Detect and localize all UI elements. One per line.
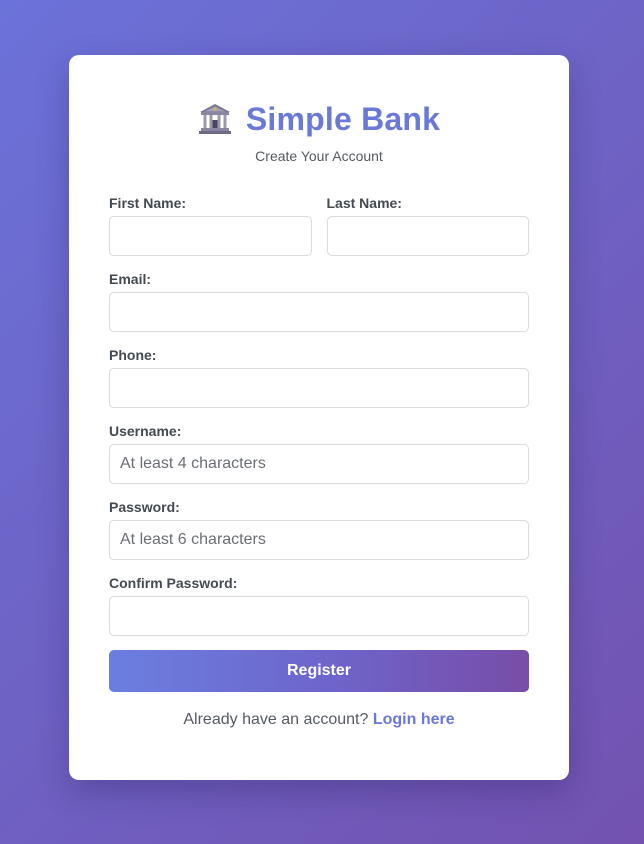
registration-card: Simple Bank Create Your Account First Na… [69, 55, 569, 780]
username-field-group: Username: [109, 422, 529, 484]
app-title: Simple Bank [245, 100, 441, 137]
login-link[interactable]: Login here [373, 711, 455, 728]
email-field-group: Email: [109, 270, 529, 332]
phone-label: Phone: [109, 347, 157, 363]
confirm-password-input[interactable] [109, 596, 529, 636]
first-name-field-group: First Name: [109, 194, 312, 256]
username-input[interactable] [109, 444, 529, 484]
phone-input[interactable] [109, 368, 529, 408]
confirm-password-field-group: Confirm Password: [109, 574, 529, 636]
card-header: Simple Bank Create Your Account [109, 55, 529, 164]
last-name-label: Last Name: [326, 195, 402, 211]
name-row: First Name: Last Name: [109, 194, 529, 270]
username-label: Username: [109, 423, 182, 439]
first-name-label: First Name: [109, 195, 187, 211]
password-label: Password: [109, 499, 180, 515]
registration-form: First Name: Last Name: Email: Phone: Use… [109, 194, 529, 729]
register-button[interactable]: Register [109, 650, 529, 692]
password-input[interactable] [109, 520, 529, 560]
login-prompt: Already have an account? Login here [109, 711, 529, 729]
password-field-group: Password: [109, 498, 529, 560]
phone-field-group: Phone: [109, 346, 529, 408]
email-label: Email: [109, 271, 152, 287]
page-subtitle: Create Your Account [255, 148, 383, 164]
confirm-password-label: Confirm Password: [109, 575, 238, 591]
email-input[interactable] [109, 292, 529, 332]
title-row: Simple Bank [109, 99, 529, 139]
first-name-input[interactable] [109, 216, 312, 256]
login-prompt-text: Already have an account? [183, 711, 369, 728]
bank-building-icon [198, 103, 232, 135]
last-name-input[interactable] [326, 216, 529, 256]
last-name-field-group: Last Name: [326, 194, 529, 256]
